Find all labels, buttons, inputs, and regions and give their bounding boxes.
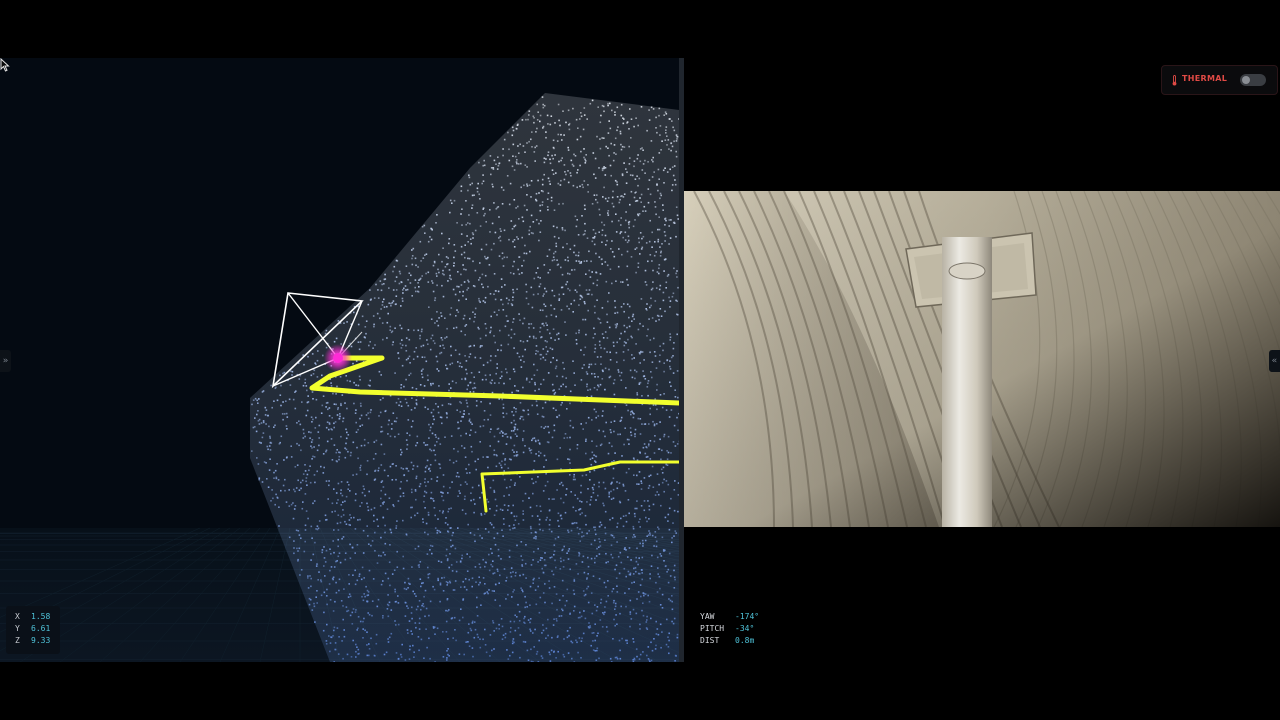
coord-x: X 1.58 bbox=[15, 612, 50, 622]
camera-feed-image bbox=[684, 191, 1280, 527]
point-cloud-canvas[interactable] bbox=[0, 58, 679, 662]
thermometer-icon bbox=[1172, 75, 1177, 86]
thermal-label: THERMAL bbox=[1182, 74, 1228, 83]
pitch-label: PITCH bbox=[700, 624, 725, 633]
pitch-value: -34° bbox=[735, 624, 755, 633]
coord-z: Z 9.33 bbox=[15, 636, 50, 646]
coord-z-value: 9.33 bbox=[31, 636, 51, 645]
expand-left-panel-button[interactable]: » bbox=[0, 350, 11, 372]
coord-x-label: X bbox=[15, 612, 20, 621]
expand-right-panel-button[interactable]: « bbox=[1269, 350, 1280, 372]
coord-z-label: Z bbox=[15, 636, 20, 645]
readout-yaw: YAW -174° bbox=[700, 612, 759, 622]
letterbox-bottom bbox=[0, 662, 1280, 720]
readout-pitch: PITCH -34° bbox=[700, 624, 754, 634]
camera-pane: THERMAL YAW -174° PITCH -34° DIST 0.8m bbox=[684, 58, 1280, 662]
letterbox-top bbox=[0, 0, 1280, 58]
dist-label: DIST bbox=[700, 636, 720, 645]
dist-value: 0.8m bbox=[735, 636, 755, 645]
readout-dist: DIST 0.8m bbox=[700, 636, 754, 646]
point-cloud-viewer[interactable]: X 1.58 Y 6.61 Z 9.33 bbox=[0, 58, 679, 662]
position-marker-icon[interactable] bbox=[324, 344, 352, 372]
point-cloud-volume bbox=[250, 93, 679, 662]
thermal-toggle[interactable]: THERMAL bbox=[1161, 65, 1278, 95]
camera-feed[interactable] bbox=[684, 191, 1280, 527]
cursor-icon bbox=[0, 58, 10, 72]
coord-y-label: Y bbox=[15, 624, 20, 633]
thermal-switch[interactable] bbox=[1240, 74, 1266, 86]
inspection-app: X 1.58 Y 6.61 Z 9.33 THERMAL YAW -174° P… bbox=[0, 58, 1280, 662]
thermal-switch-knob bbox=[1242, 76, 1250, 84]
yaw-value: -174° bbox=[735, 612, 760, 621]
coord-y-value: 6.61 bbox=[31, 624, 51, 633]
yaw-label: YAW bbox=[700, 612, 715, 621]
coord-y: Y 6.61 bbox=[15, 624, 50, 634]
coordinate-panel: X 1.58 Y 6.61 Z 9.33 bbox=[6, 606, 60, 654]
coord-x-value: 1.58 bbox=[31, 612, 51, 621]
